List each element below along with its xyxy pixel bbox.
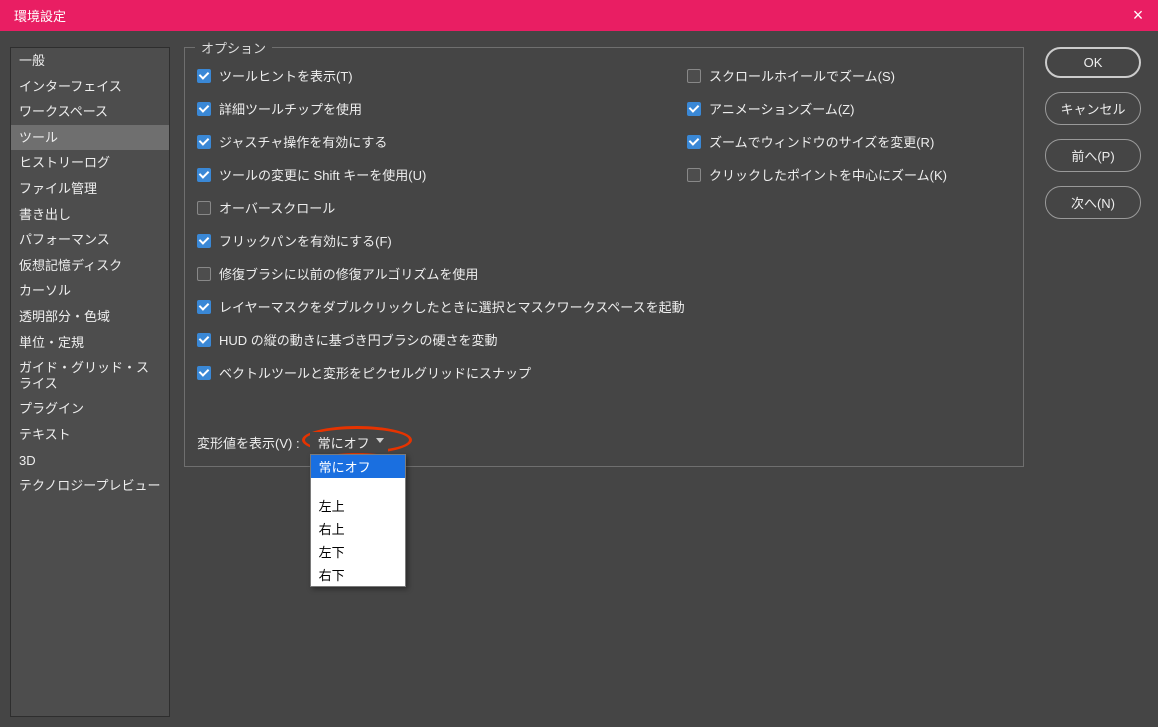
main-panel: オプション ツールヒントを表示(T)詳細ツールチップを使用ジャスチャ操作を有効に… xyxy=(184,47,1038,717)
checkbox-label: スクロールホイールでズーム(S) xyxy=(709,66,895,85)
dropdown-item xyxy=(311,478,405,494)
checkbox-label: HUD の縦の動きに基づき円ブラシの硬さを変動 xyxy=(219,330,498,349)
checkbox-row: オーバースクロール xyxy=(197,198,687,217)
prev-button[interactable]: 前へ(P) xyxy=(1045,139,1141,172)
checkbox-label: 修復ブラシに以前の修復アルゴリズムを使用 xyxy=(219,264,478,283)
sidebar-item[interactable]: 書き出し xyxy=(11,202,169,228)
category-sidebar: 一般インターフェイスワークスペースツールヒストリーログファイル管理書き出しパフォ… xyxy=(10,47,170,717)
sidebar-item[interactable]: パフォーマンス xyxy=(11,227,169,253)
sidebar-item[interactable]: 3D xyxy=(11,448,169,474)
checkbox-row: ベクトルツールと変形をピクセルグリッドにスナップ xyxy=(197,363,687,382)
checkbox-label: クリックしたポイントを中心にズーム(K) xyxy=(709,165,947,184)
prev-button-label: 前へ(P) xyxy=(1071,149,1114,164)
checkbox[interactable] xyxy=(197,333,211,347)
transform-values-row: 変形値を表示(V) : 常にオフ 常にオフ左上右上左下右下 xyxy=(197,432,1011,453)
checkbox[interactable] xyxy=(197,234,211,248)
titlebar: 環境設定 × xyxy=(0,0,1158,31)
sidebar-item[interactable]: ワークスペース xyxy=(11,99,169,125)
checkbox-label: ジャスチャ操作を有効にする xyxy=(219,132,387,151)
checkbox-label: オーバースクロール xyxy=(219,198,335,217)
checkbox-label: ズームでウィンドウのサイズを変更(R) xyxy=(709,132,934,151)
checkbox-row: クリックしたポイントを中心にズーム(K) xyxy=(687,165,1007,184)
options-col-right: スクロールホイールでズーム(S) アニメーションズーム(Z) ズームでウィンドウのサ… xyxy=(687,66,1007,396)
checkbox-row: スクロールホイールでズーム(S) xyxy=(687,66,1007,85)
dropdown-item[interactable]: 右下 xyxy=(311,563,405,586)
sidebar-item[interactable]: テキスト xyxy=(11,422,169,448)
sidebar-item[interactable]: 一般 xyxy=(11,48,169,74)
sidebar-item[interactable]: カーソル xyxy=(11,278,169,304)
checkbox[interactable] xyxy=(197,69,211,83)
checkbox[interactable] xyxy=(197,300,211,314)
options-col-left: ツールヒントを表示(T) 詳細ツールチップを使用ジャスチャ操作を有効にするツールの… xyxy=(197,66,687,396)
checkbox-row: ツールヒントを表示(T) xyxy=(197,66,687,85)
ok-button[interactable]: OK xyxy=(1045,47,1141,78)
sidebar-item[interactable]: プラグイン xyxy=(11,396,169,422)
dialog-title: 環境設定 xyxy=(14,6,66,25)
transform-dropdown: 常にオフ左上右上左下右下 xyxy=(310,454,406,587)
close-icon[interactable]: × xyxy=(1128,5,1148,26)
next-button-label: 次へ(N) xyxy=(1071,196,1115,211)
transform-select-value: 常にオフ xyxy=(318,433,370,452)
checkbox[interactable] xyxy=(687,102,701,116)
checkbox-row: ジャスチャ操作を有効にする xyxy=(197,132,687,151)
checkbox-row: レイヤーマスクをダブルクリックしたときに選択とマスクワークスペースを起動 xyxy=(197,297,687,316)
checkbox-label: ベクトルツールと変形をピクセルグリッドにスナップ xyxy=(219,363,531,382)
checkbox[interactable] xyxy=(197,267,211,281)
checkbox-label: ツールヒントを表示(T) xyxy=(219,66,353,85)
checkbox-row: 修復ブラシに以前の修復アルゴリズムを使用 xyxy=(197,264,687,283)
checkbox[interactable] xyxy=(687,69,701,83)
sidebar-item[interactable]: 仮想記憶ディスク xyxy=(11,253,169,279)
sidebar-item[interactable]: テクノロジープレビュー xyxy=(11,473,169,499)
options-columns: ツールヒントを表示(T) 詳細ツールチップを使用ジャスチャ操作を有効にするツールの… xyxy=(197,66,1011,396)
checkbox-label: フリックパンを有効にする(F) xyxy=(219,231,392,250)
checkbox-label: アニメーションズーム(Z) xyxy=(709,99,854,118)
checkbox-row: アニメーションズーム(Z) xyxy=(687,99,1007,118)
checkbox-row: フリックパンを有効にする(F) xyxy=(197,231,687,250)
checkbox[interactable] xyxy=(197,102,211,116)
sidebar-item[interactable]: ガイド・グリッド・スライス xyxy=(11,355,169,396)
dropdown-item[interactable]: 常にオフ xyxy=(311,455,405,478)
transform-label: 変形値を表示(V) : xyxy=(197,433,300,452)
transform-select-wrap: 常にオフ 常にオフ左上右上左下右下 xyxy=(310,432,388,453)
checkbox-row: ツールの変更に Shift キーを使用(U) xyxy=(197,165,687,184)
checkbox[interactable] xyxy=(197,201,211,215)
sidebar-item[interactable]: 単位・定規 xyxy=(11,330,169,356)
checkbox-label: ツールの変更に Shift キーを使用(U) xyxy=(219,165,426,184)
sidebar-item[interactable]: 透明部分・色域 xyxy=(11,304,169,330)
checkbox-label: レイヤーマスクをダブルクリックしたときに選択とマスクワークスペースを起動 xyxy=(219,297,685,316)
checkbox[interactable] xyxy=(687,135,701,149)
checkbox-row: ズームでウィンドウのサイズを変更(R) xyxy=(687,132,1007,151)
checkbox-row: 詳細ツールチップを使用 xyxy=(197,99,687,118)
sidebar-item[interactable]: インターフェイス xyxy=(11,74,169,100)
dialog-buttons: OK キャンセル 前へ(P) 次へ(N) xyxy=(1038,47,1148,717)
dropdown-item[interactable]: 左上 xyxy=(311,494,405,517)
cancel-button-label: キャンセル xyxy=(1060,102,1125,117)
checkbox-label: 詳細ツールチップを使用 xyxy=(219,99,362,118)
sidebar-item[interactable]: ヒストリーログ xyxy=(11,150,169,176)
cancel-button[interactable]: キャンセル xyxy=(1045,92,1141,125)
dropdown-item[interactable]: 左下 xyxy=(311,540,405,563)
checkbox[interactable] xyxy=(197,366,211,380)
dialog-body: 一般インターフェイスワークスペースツールヒストリーログファイル管理書き出しパフォ… xyxy=(0,31,1158,727)
fieldset-legend: オプション xyxy=(195,38,272,57)
preferences-dialog: 環境設定 × 一般インターフェイスワークスペースツールヒストリーログファイル管理… xyxy=(0,0,1158,727)
next-button[interactable]: 次へ(N) xyxy=(1045,186,1141,219)
sidebar-item[interactable]: ツール xyxy=(11,125,169,151)
checkbox[interactable] xyxy=(197,168,211,182)
dropdown-item[interactable]: 右上 xyxy=(311,517,405,540)
chevron-down-icon xyxy=(376,438,384,443)
checkbox[interactable] xyxy=(687,168,701,182)
transform-select[interactable]: 常にオフ xyxy=(310,432,388,453)
options-fieldset: オプション ツールヒントを表示(T)詳細ツールチップを使用ジャスチャ操作を有効に… xyxy=(184,47,1024,467)
sidebar-item[interactable]: ファイル管理 xyxy=(11,176,169,202)
ok-button-label: OK xyxy=(1084,55,1103,70)
checkbox[interactable] xyxy=(197,135,211,149)
checkbox-row: HUD の縦の動きに基づき円ブラシの硬さを変動 xyxy=(197,330,687,349)
